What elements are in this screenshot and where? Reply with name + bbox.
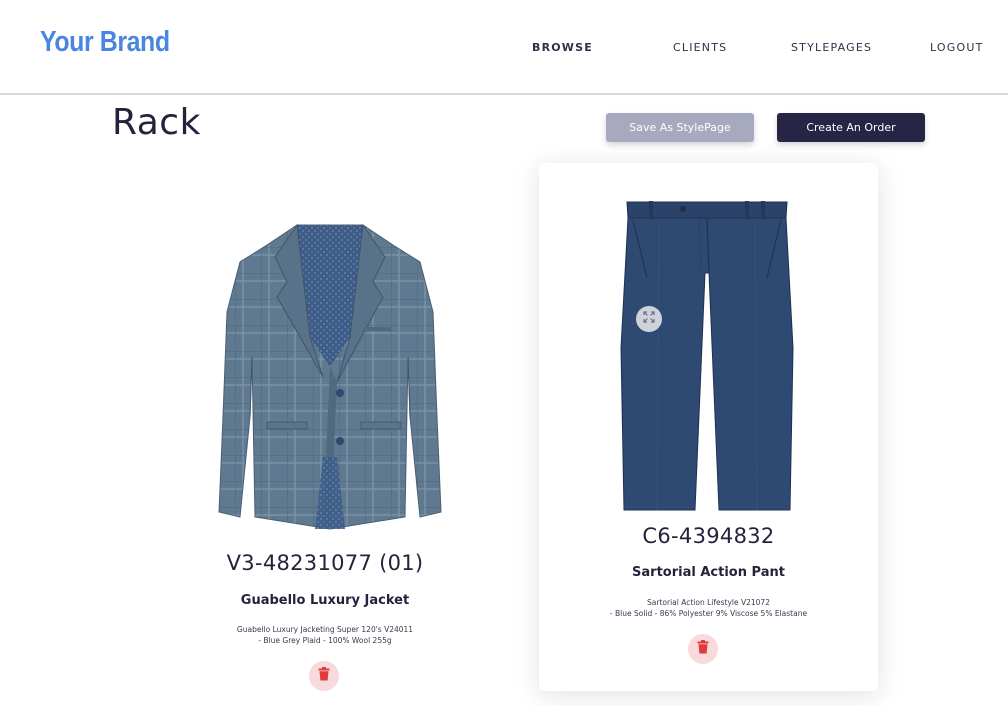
trash-icon: [318, 666, 330, 686]
nav-browse[interactable]: BROWSE: [532, 41, 593, 54]
product-card-pant: C6-4394832 Sartorial Action Pant Sartori…: [539, 163, 878, 691]
save-as-stylepage-button[interactable]: Save As StylePage: [606, 113, 754, 142]
nav-stylepages[interactable]: STYLEPAGES: [791, 41, 872, 54]
page-title: Rack: [112, 102, 201, 143]
product-code: V3-48231077 (01): [226, 551, 424, 575]
pant-image: [619, 198, 795, 513]
product-name: Sartorial Action Pant: [632, 565, 785, 580]
product-description-line2: - Blue Solid - 86% Polyester 9% Viscose …: [609, 609, 808, 618]
product-name: Guabello Luxury Jacket: [240, 593, 410, 608]
product-card-jacket: V3-48231077 (01) Guabello Luxury Jacket …: [185, 165, 465, 695]
nav-logout[interactable]: LOGOUT: [930, 41, 984, 54]
expand-icon: [643, 310, 655, 328]
top-header: Your Brand BROWSE CLIENTS STYLEPAGES LOG…: [0, 0, 1008, 95]
expand-image-button[interactable]: [636, 306, 662, 332]
jacket-image: [205, 217, 455, 537]
product-description-line2: - Blue Grey Plaid - 100% Wool 255g: [258, 636, 392, 645]
product-code: C6-4394832: [642, 524, 775, 548]
nav-clients[interactable]: CLIENTS: [673, 41, 727, 54]
product-description-line1: Sartorial Action Lifestyle V21072: [647, 598, 770, 607]
brand-logo[interactable]: Your Brand: [40, 26, 170, 59]
delete-button[interactable]: [688, 634, 718, 664]
delete-button[interactable]: [309, 661, 339, 691]
create-order-button[interactable]: Create An Order: [777, 113, 925, 142]
trash-icon: [697, 639, 709, 659]
product-description-line1: Guabello Luxury Jacketing Super 120's V2…: [236, 625, 414, 634]
